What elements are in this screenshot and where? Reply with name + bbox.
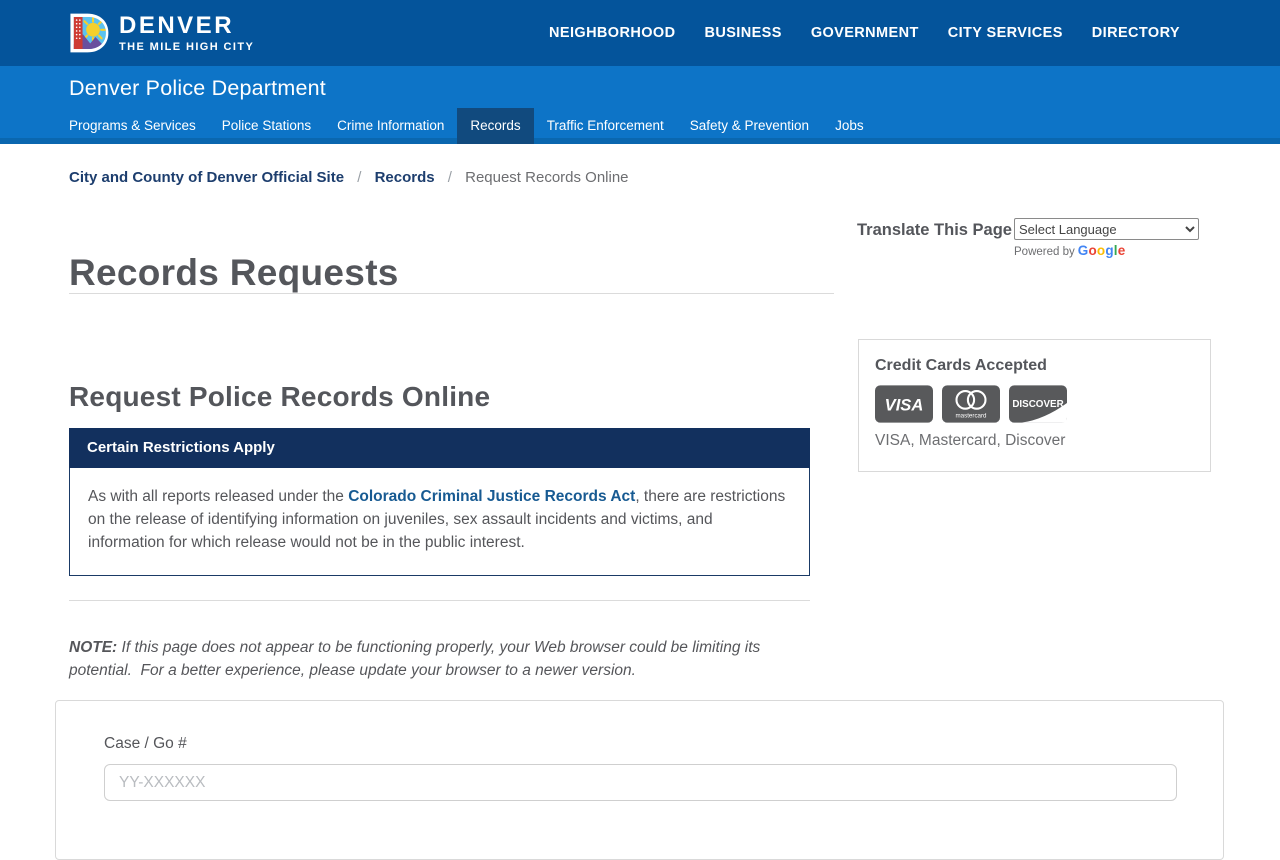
dept-nav-police-stations[interactable]: Police Stations [209,108,324,144]
breadcrumb: City and County of Denver Official Site … [69,169,629,186]
svg-text:DISCOVER: DISCOVER [1012,399,1063,410]
credit-cards-list: VISA, Mastercard, Discover [875,432,1066,449]
denver-home-logo[interactable]: DENVER THE MILE HIGH CITY [68,8,254,58]
note-label: NOTE: [69,638,118,656]
section-divider [69,600,810,601]
top-nav-neighborhood[interactable]: NEIGHBORHOOD [549,25,675,41]
department-title: Denver Police Department [69,76,326,100]
mastercard-icon: mastercard [942,385,1000,423]
google-powered-by: Powered by Google [1014,243,1125,258]
google-logo: Google [1077,243,1126,258]
dept-nav-records-active-tab[interactable]: Records [457,108,534,144]
translate-label: Translate This Page [857,221,1012,239]
svg-text:VISA: VISA [885,396,924,415]
top-nav-city-services[interactable]: CITY SERVICES [948,25,1063,41]
discover-icon: DISCOVER [1009,385,1067,423]
department-header-band: Denver Police Department Programs & Serv… [0,66,1280,144]
dept-nav-jobs[interactable]: Jobs [822,108,877,144]
svg-text:mastercard: mastercard [955,412,987,419]
dept-nav-traffic-enforcement[interactable]: Traffic Enforcement [534,108,677,144]
ccjra-link[interactable]: Colorado Criminal Justice Records Act [348,488,635,505]
credit-cards-title: Credit Cards Accepted [875,357,1047,374]
top-nav-government[interactable]: GOVERNMENT [811,25,919,41]
browser-note: NOTE: If this page does not appear to be… [69,636,817,682]
dept-nav-crime-information[interactable]: Crime Information [324,108,457,144]
top-nav-directory[interactable]: DIRECTORY [1092,25,1180,41]
records-request-form: Case / Go # [55,700,1224,860]
breadcrumb-current-page: Request Records Online [465,169,629,186]
restrictions-alert-panel: Certain Restrictions Apply As with all r… [69,428,810,576]
brand-name: DENVER [119,11,235,39]
alert-body: As with all reports released under the C… [69,468,810,576]
breadcrumb-records-link[interactable]: Records [375,169,435,186]
denver-d-logo-icon [70,13,109,53]
visa-icon: VISA [875,385,933,423]
city-top-nav: NEIGHBORHOOD BUSINESS GOVERNMENT CITY SE… [549,0,1180,66]
dept-nav-programs-services[interactable]: Programs & Services [56,108,209,144]
breadcrumb-separator: / [447,169,452,186]
top-header-bar: DENVER THE MILE HIGH CITY NEIGHBORHOOD B… [0,0,1280,66]
brand-tagline: THE MILE HIGH CITY [119,40,255,53]
credit-card-icons: VISA mastercard DISCOVER [875,385,1194,423]
section-heading: Request Police Records Online [69,381,491,413]
breadcrumb-separator: / [357,169,362,186]
top-nav-business[interactable]: BUSINESS [704,25,781,41]
title-divider [69,293,834,294]
breadcrumb-city-county-link[interactable]: City and County of Denver Official Site [69,169,344,186]
dept-nav-safety-prevention[interactable]: Safety & Prevention [677,108,822,144]
department-nav: Programs & Services Police Stations Crim… [56,108,877,144]
alert-header: Certain Restrictions Apply [69,428,810,468]
case-go-number-input[interactable] [104,764,1177,801]
credit-cards-box: Credit Cards Accepted VISA mastercard DI… [858,339,1211,472]
alert-body-text: As with all reports released under the [88,488,349,505]
language-select[interactable]: Select Language [1014,218,1199,240]
page-title: Records Requests [69,251,399,293]
note-text: If this page does not appear to be funct… [69,638,765,679]
case-go-number-label: Case / Go # [104,735,187,752]
powered-by-text: Powered by [1014,246,1075,258]
